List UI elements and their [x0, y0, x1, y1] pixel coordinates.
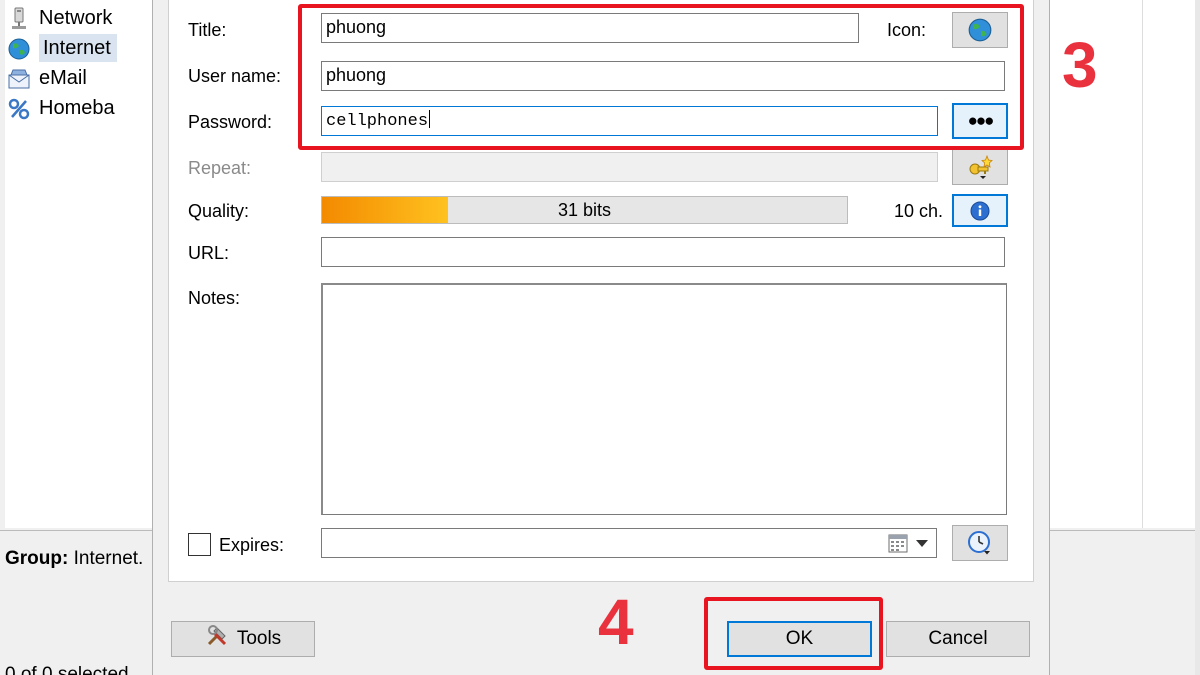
details-panel	[1050, 530, 1195, 675]
chevron-down-icon[interactable]	[916, 540, 928, 547]
quality-bar: 31 bits	[321, 196, 848, 224]
quality-label: Quality:	[188, 201, 250, 221]
column-divider	[1142, 0, 1143, 528]
step-4-highlight	[704, 597, 883, 670]
group-status-label: Group:	[5, 548, 69, 569]
info-icon	[970, 201, 990, 221]
quality-bits-text: 31 bits	[557, 199, 612, 220]
group-tree[interactable]: Network Internet eMail Homeba	[5, 0, 153, 528]
char-count: 10 ch.	[894, 201, 944, 221]
password-label: Password:	[188, 112, 273, 132]
tree-item-label: Homeba	[39, 96, 115, 119]
repeat-password-input[interactable]	[321, 152, 938, 182]
title-label: Title:	[188, 20, 227, 40]
email-icon	[7, 67, 31, 91]
generate-password-button[interactable]	[952, 149, 1008, 185]
tree-item-email[interactable]: eMail	[8, 64, 87, 92]
group-status: Group: Internet.	[5, 548, 143, 570]
group-status-value: Internet.	[73, 548, 144, 569]
selection-count: 0 of 0 selected	[5, 664, 129, 675]
step-3-number: 3	[1062, 29, 1098, 101]
network-icon	[7, 7, 31, 31]
tools-icon	[205, 624, 231, 654]
window-edge	[1195, 0, 1200, 675]
tree-item-network[interactable]: Network	[12, 4, 113, 32]
clock-icon	[966, 530, 994, 556]
expires-label: Expires:	[219, 535, 285, 555]
expires-date-picker[interactable]	[321, 528, 937, 558]
repeat-label: Repeat:	[188, 158, 252, 178]
tree-item-label: eMail	[39, 66, 87, 89]
cancel-button[interactable]: Cancel	[886, 621, 1030, 657]
tree-item-homebanking[interactable]: Homeba	[8, 94, 115, 122]
tree-item-label: Network	[39, 6, 113, 29]
username-label: User name:	[188, 66, 282, 86]
expires-checkbox[interactable]	[188, 533, 211, 556]
notes-label: Notes:	[188, 288, 241, 308]
tools-button[interactable]: Tools	[171, 621, 315, 657]
key-generator-icon	[966, 154, 994, 180]
calendar-icon[interactable]	[888, 533, 908, 558]
percent-icon	[7, 97, 31, 121]
url-label: URL:	[188, 243, 230, 263]
notes-textarea[interactable]	[321, 283, 1007, 515]
expiry-presets-button[interactable]	[952, 525, 1008, 561]
tools-button-label: Tools	[236, 628, 282, 649]
quality-info-button[interactable]	[952, 194, 1008, 227]
tree-item-label: Internet	[43, 36, 111, 59]
tree-item-internet[interactable]: Internet	[8, 34, 117, 62]
step-3-highlight	[298, 4, 1024, 150]
url-input[interactable]	[321, 237, 1005, 267]
step-4-number: 4	[598, 586, 634, 658]
globe-icon	[7, 37, 31, 61]
